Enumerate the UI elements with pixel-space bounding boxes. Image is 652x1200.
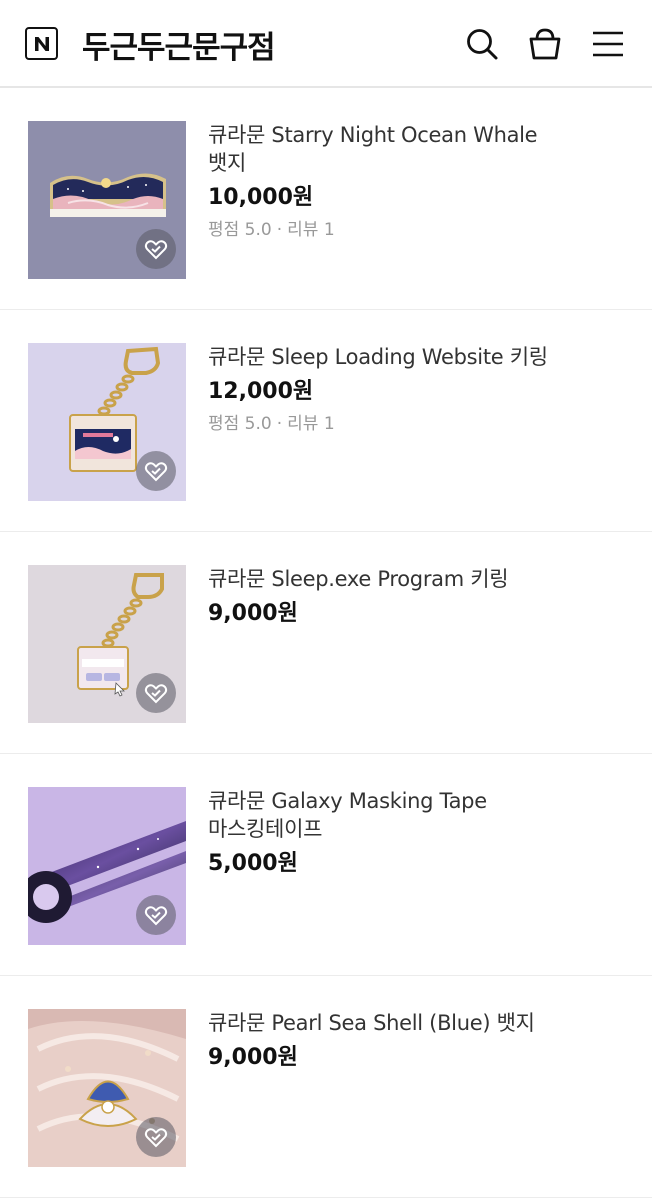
product-rating: 평점 5.0 · 리뷰 1 (208, 413, 568, 435)
top-header: 두근두근문구점 (0, 0, 652, 88)
product-name[interactable]: 큐라문 Sleep Loading Website 키링 (208, 343, 568, 371)
wishlist-heart-icon[interactable] (136, 451, 176, 491)
rating-separator: · (276, 414, 283, 434)
wishlist-heart-icon[interactable] (136, 229, 176, 269)
wishlist-heart-icon[interactable] (136, 895, 176, 935)
product-item[interactable]: 큐라문 Sleep Loading Website 키링 12,000원 평점 … (0, 310, 652, 532)
product-image[interactable] (28, 565, 186, 723)
rating-label: 평점 5.0 (208, 414, 272, 434)
product-info: 큐라문 Pearl Sea Shell (Blue) 뱃지 9,000원 (208, 1009, 568, 1073)
product-info: 큐라문 Sleep Loading Website 키링 12,000원 평점 … (208, 343, 568, 435)
product-info: 큐라문 Sleep.exe Program 키링 9,000원 (208, 565, 568, 629)
product-rating: 평점 5.0 · 리뷰 1 (208, 219, 568, 241)
product-list: 큐라문 Starry Night Ocean Whale 뱃지 10,000원 … (0, 88, 652, 1198)
product-info: 큐라문 Starry Night Ocean Whale 뱃지 10,000원 … (208, 121, 568, 241)
product-item[interactable]: 큐라문 Starry Night Ocean Whale 뱃지 10,000원 … (0, 88, 652, 310)
product-image[interactable] (28, 1009, 186, 1167)
product-price: 10,000원 (208, 185, 314, 210)
shopping-bag-icon[interactable] (527, 26, 563, 62)
product-name[interactable]: 큐라문 Sleep.exe Program 키링 (208, 565, 568, 593)
product-price: 9,000원 (208, 601, 298, 626)
rating-label: 평점 5.0 (208, 220, 272, 240)
product-price: 9,000원 (208, 1045, 298, 1070)
product-image[interactable] (28, 343, 186, 501)
product-name[interactable]: 큐라문 Galaxy Masking Tape 마스킹테이프 (208, 787, 568, 843)
product-name[interactable]: 큐라문 Starry Night Ocean Whale 뱃지 (208, 121, 568, 177)
naver-logo[interactable] (25, 27, 58, 60)
review-count: 리뷰 1 (287, 220, 335, 240)
product-image[interactable] (28, 121, 186, 279)
rating-separator: · (276, 220, 283, 240)
n-logo-glyph (34, 36, 49, 51)
review-count: 리뷰 1 (287, 414, 335, 434)
product-name[interactable]: 큐라문 Pearl Sea Shell (Blue) 뱃지 (208, 1009, 568, 1037)
store-title[interactable]: 두근두근문구점 (82, 22, 276, 67)
product-item[interactable]: 큐라문 Galaxy Masking Tape 마스킹테이프 5,000원 (0, 754, 652, 976)
wishlist-heart-icon[interactable] (136, 1117, 176, 1157)
product-info: 큐라문 Galaxy Masking Tape 마스킹테이프 5,000원 (208, 787, 568, 879)
search-icon[interactable] (464, 26, 500, 62)
product-item[interactable]: 큐라문 Pearl Sea Shell (Blue) 뱃지 9,000원 (0, 976, 652, 1198)
product-price: 5,000원 (208, 851, 298, 876)
product-image[interactable] (28, 787, 186, 945)
product-price: 12,000원 (208, 379, 314, 404)
menu-icon[interactable] (590, 26, 626, 62)
wishlist-heart-icon[interactable] (136, 673, 176, 713)
product-item[interactable]: 큐라문 Sleep.exe Program 키링 9,000원 (0, 532, 652, 754)
